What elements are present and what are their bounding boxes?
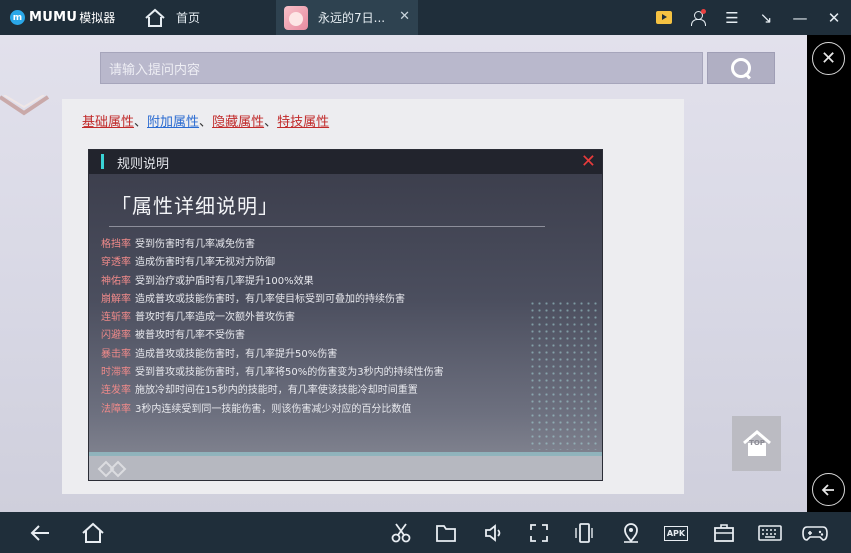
game-avatar-icon [284, 5, 308, 30]
minimize-button[interactable]: — [783, 0, 817, 35]
link-basic-attributes[interactable]: 基础属性 [82, 115, 134, 130]
right-rail [807, 35, 851, 512]
rotate-phone-icon [575, 523, 593, 543]
scissors-button[interactable] [388, 520, 414, 546]
speaker-icon [485, 524, 501, 542]
attribute-row: 格挡率 受到伤害时有几率减免伤害 [101, 239, 255, 250]
close-circle-icon: ✕ [820, 48, 837, 69]
home-button[interactable] [80, 520, 106, 546]
tab-game[interactable]: 永远的7日... ✕ [276, 0, 418, 35]
emulator-bottom-bar: APK [0, 512, 851, 553]
chevron-decoration-icon [0, 95, 50, 116]
folder-icon [436, 525, 456, 542]
location-pin-icon [624, 523, 638, 543]
folder-button[interactable] [433, 520, 459, 546]
link-additional-attributes[interactable]: 附加属性 [147, 115, 199, 130]
logo-subtext: 模拟器 [79, 11, 116, 25]
search-placeholder: 请输入提问内容 [109, 62, 201, 78]
top-button-label: TOP [749, 439, 765, 447]
menu-button[interactable]: ☰ [715, 0, 749, 35]
fullscreen-icon [530, 524, 548, 542]
attribute-row: 连斩率 普攻时有几率造成一次额外普攻伤害 [101, 312, 295, 324]
back-button[interactable] [27, 520, 53, 546]
location-button[interactable] [618, 520, 644, 546]
attribute-row: 穿透率 造成伤害时有几率无视对方防御 [101, 257, 275, 269]
volume-button[interactable] [481, 520, 507, 546]
attribute-row: 神佑率 受到治疗或护盾时有几率提升100%效果 [101, 275, 314, 287]
panel-header: 规则说明 ✕ [89, 150, 602, 174]
scissors-icon [391, 523, 411, 543]
link-hidden-attributes[interactable]: 隐藏属性 [212, 115, 264, 130]
tv-icon [656, 11, 672, 24]
back-to-top-button[interactable]: TOP [732, 416, 781, 471]
rotate-button[interactable] [571, 520, 597, 546]
home-outline-icon [82, 522, 104, 543]
expand-button[interactable]: ↘ [749, 0, 783, 35]
user-icon [691, 8, 706, 26]
menu-icon: ☰ [725, 8, 739, 27]
install-apk-button[interactable]: APK [663, 520, 689, 546]
video-record-button[interactable] [647, 0, 681, 35]
link-skill-attributes[interactable]: 特技属性 [277, 115, 329, 130]
panel-header-title: 规则说明 [117, 157, 170, 172]
search-button[interactable] [707, 52, 775, 84]
panel-close-icon: ✕ [580, 151, 596, 172]
attribute-list: 格挡率 受到伤害时有几率减免伤害 穿透率 造成伤害时有几率无视对方防御 神佑率 受到治… [101, 236, 591, 419]
panel-divider [109, 226, 545, 227]
arrow-left-icon [821, 483, 834, 496]
account-button[interactable] [681, 0, 715, 35]
game-logo-watermark-icon [97, 460, 127, 478]
tab-home-label: 首页 [176, 11, 201, 25]
attribute-row: 时滞率 受到普攻或技能伤害时，有几率将50%的伤害变为3秒内的持续性伤害 [101, 367, 444, 379]
toolbox-button[interactable] [711, 520, 737, 546]
gamepad-button[interactable] [802, 520, 828, 546]
keyboard-button[interactable] [757, 520, 783, 546]
attribute-row: 闪避率 被普攻时有几率不受伤害 [101, 330, 245, 342]
tab-home[interactable]: 首页 [138, 0, 276, 35]
logo-text: MUMU [29, 10, 78, 25]
close-icon: ✕ [827, 8, 841, 27]
gamepad-icon [802, 526, 828, 541]
keyboard-icon [758, 525, 782, 541]
arrow-down-right-icon: ↘ [759, 8, 773, 27]
minimize-icon: — [792, 8, 808, 27]
attribute-row: 暴击率 造成普攻或技能伤害时，有几率提升50%伤害 [101, 348, 338, 360]
panel-big-title: 「属性详细说明」 [111, 194, 279, 218]
accent-bar [101, 154, 104, 169]
rule-explanation-panel: 规则说明 ✕ 「属性详细说明」 格挡率 受到伤害时有几率减免伤害 穿透率 造成伤害时… [88, 149, 603, 481]
attribute-row: 崩解率 造成普攻或技能伤害时，有几率使目标受到可叠加的持续伤害 [101, 293, 405, 305]
search-icon [730, 57, 752, 79]
app-viewport: 请输入提问内容 基础属性、附加属性、隐藏属性、特技属性 规则说明 ✕ 「属性详细… [0, 35, 807, 512]
tab-close-icon[interactable]: ✕ [399, 9, 410, 24]
attribute-row: 连发率 施放冷却时间在15秒内的技能时，有几率使该技能冷却时间重置 [101, 385, 418, 397]
home-icon [145, 8, 165, 27]
apk-icon: APK [663, 525, 689, 541]
emulator-logo: m MUMU 模拟器 [0, 0, 138, 35]
tab-game-label: 永远的7日... [318, 11, 386, 25]
close-window-button[interactable]: ✕ [817, 0, 851, 35]
panel-footer [89, 456, 602, 480]
content-card: 基础属性、附加属性、隐藏属性、特技属性 规则说明 ✕ 「属性详细说明」 格挡率受… [62, 99, 684, 494]
mumu-logo-icon: m [10, 10, 25, 25]
attribute-row: 法障率 3秒内连续受到同一技能伤害，则该伤害减少对应的百分比数值 [101, 403, 412, 415]
back-circle-button[interactable] [812, 473, 845, 506]
fullscreen-button[interactable] [526, 520, 552, 546]
emulator-top-bar: m MUMU 模拟器 首页 永远的7日... ✕ ☰ ↘ — ✕ [0, 0, 851, 35]
back-arrow-icon [30, 525, 49, 541]
window-controls: ☰ ↘ — ✕ [647, 0, 851, 35]
toolbox-icon [714, 524, 734, 542]
search-input[interactable]: 请输入提问内容 [100, 52, 703, 84]
close-app-button[interactable]: ✕ [812, 42, 845, 75]
attribute-links: 基础属性、附加属性、隐藏属性、特技属性 [82, 115, 330, 130]
house-top-icon: TOP [742, 429, 771, 456]
